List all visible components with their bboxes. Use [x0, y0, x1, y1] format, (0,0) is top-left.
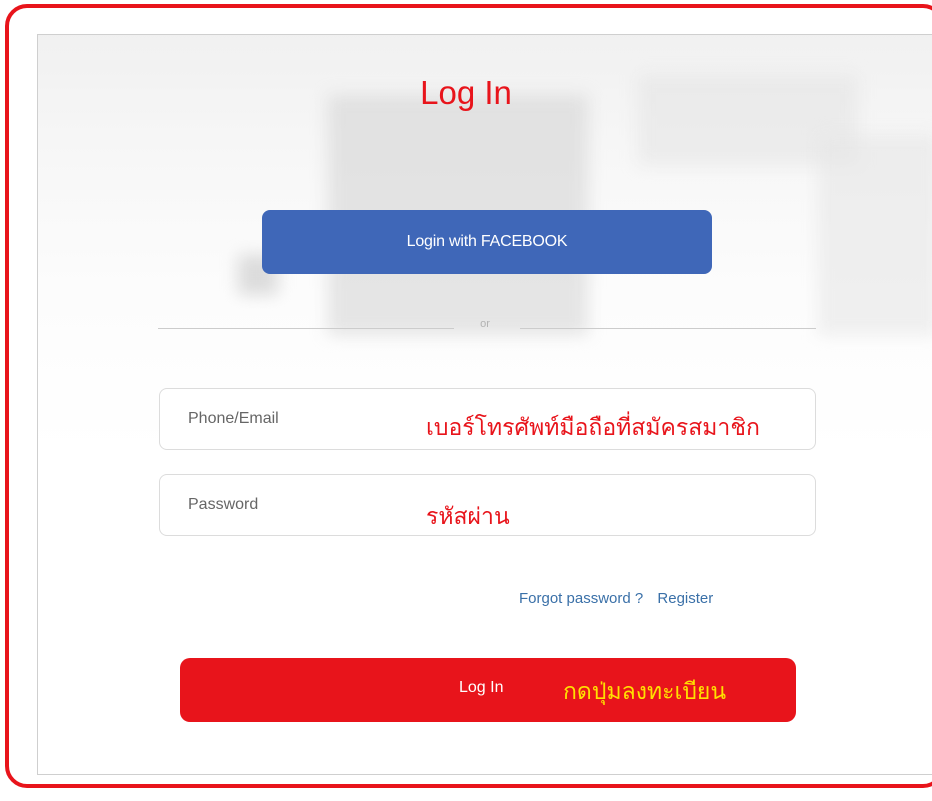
phone-annotation: เบอร์โทรศัพท์มือถือที่สมัครสมาชิก [426, 415, 760, 441]
password-input[interactable] [188, 475, 408, 535]
forgot-password-link[interactable]: Forgot password ? [519, 590, 643, 607]
facebook-login-button[interactable]: Login with FACEBOOK [262, 210, 712, 274]
password-annotation: รหัสผ่าน [426, 504, 510, 530]
page-title: Log In [420, 74, 512, 111]
divider-line-left [158, 328, 454, 329]
register-link[interactable]: Register [657, 590, 713, 607]
background-blur [818, 135, 932, 335]
login-button-label: Log In [459, 679, 504, 696]
login-annotation: กดปุ่มลงทะเบียน [563, 679, 727, 705]
auth-links: Forgot password ? Register [519, 590, 713, 607]
phone-email-input[interactable] [188, 389, 408, 449]
divider-or: or [480, 318, 490, 330]
divider-line-right [520, 328, 816, 329]
